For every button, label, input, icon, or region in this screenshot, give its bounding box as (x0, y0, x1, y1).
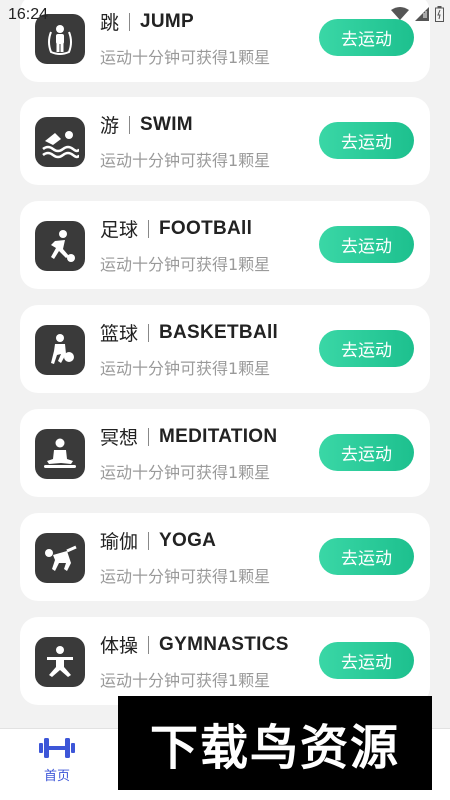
activity-name-cn: 体操 (100, 635, 139, 657)
activity-card-yoga: 瑜伽 YOGA 运动十分钟可获得1颗星 去运动 (20, 513, 430, 601)
swimming-icon (35, 117, 85, 167)
title-divider (148, 531, 150, 550)
dumbbell-icon (39, 738, 75, 758)
activity-title: 篮球 BASKETBAll (100, 319, 278, 346)
go-exercise-button[interactable]: 去运动 (319, 122, 414, 159)
activity-title: 瑜伽 YOGA (100, 527, 216, 554)
go-exercise-button[interactable]: 去运动 (319, 330, 414, 367)
activity-description: 运动十分钟可获得1颗星 (100, 463, 271, 482)
go-exercise-button[interactable]: 去运动 (319, 538, 414, 575)
go-exercise-button[interactable]: 去运动 (319, 19, 414, 56)
activity-name-en: BASKETBAll (159, 321, 279, 343)
go-exercise-button[interactable]: 去运动 (319, 226, 414, 263)
tab-home-label: 首页 (43, 769, 70, 784)
activity-name-cn: 瑜伽 (100, 531, 139, 553)
activity-description: 运动十分钟可获得1颗星 (100, 671, 271, 690)
activity-name-en: JUMP (140, 10, 195, 32)
activity-card-gymnastics: 体操 GYMNASTICS 运动十分钟可获得1颗星 去运动 (20, 617, 430, 705)
tab-home[interactable]: 首页 (22, 735, 92, 795)
activity-title: 足球 FOOTBAll (100, 215, 252, 242)
basketball-icon (35, 325, 85, 375)
title-divider (148, 635, 150, 654)
meditation-icon (35, 429, 85, 479)
activity-name-cn: 游 (100, 115, 120, 137)
activity-description: 运动十分钟可获得1颗星 (100, 359, 271, 378)
activity-card-swim: 游 SWIM 运动十分钟可获得1颗星 去运动 (20, 97, 430, 185)
activity-name-en: GYMNASTICS (159, 633, 289, 655)
football-icon (35, 221, 85, 271)
activity-card-football: 足球 FOOTBAll 运动十分钟可获得1颗星 去运动 (20, 201, 430, 289)
activity-name-cn: 冥想 (100, 427, 139, 449)
activity-title: 冥想 MEDITATION (100, 423, 277, 450)
title-divider (129, 115, 131, 134)
jump-rope-icon (35, 14, 85, 64)
activity-name-en: FOOTBAll (159, 217, 253, 239)
activity-name-en: SWIM (140, 113, 193, 135)
activity-description: 运动十分钟可获得1颗星 (100, 255, 271, 274)
title-divider (148, 427, 150, 446)
gymnastics-icon (35, 637, 85, 687)
activity-description: 运动十分钟可获得1颗星 (100, 151, 271, 170)
activity-title: 跳 JUMP (100, 8, 194, 35)
title-divider (148, 219, 150, 238)
title-divider (129, 12, 131, 31)
activity-card-jump: 跳 JUMP 运动十分钟可获得1颗星 去运动 (20, 0, 430, 82)
activity-name-en: YOGA (159, 529, 217, 551)
title-divider (148, 323, 150, 342)
battery-icon (435, 6, 444, 22)
activity-name-en: MEDITATION (159, 425, 278, 447)
yoga-icon (35, 533, 85, 583)
activity-description: 运动十分钟可获得1颗星 (100, 48, 271, 67)
go-exercise-button[interactable]: 去运动 (319, 642, 414, 679)
go-exercise-button[interactable]: 去运动 (319, 434, 414, 471)
activity-name-cn: 跳 (100, 12, 120, 34)
activity-name-cn: 足球 (100, 219, 139, 241)
activity-card-meditation: 冥想 MEDITATION 运动十分钟可获得1颗星 去运动 (20, 409, 430, 497)
activity-description: 运动十分钟可获得1颗星 (100, 567, 271, 586)
watermark-overlay: 下载鸟资源 (118, 696, 432, 790)
activity-title: 游 SWIM (100, 111, 193, 138)
activity-name-cn: 篮球 (100, 323, 139, 345)
activity-title: 体操 GYMNASTICS (100, 631, 289, 658)
activity-card-basketball: 篮球 BASKETBAll 运动十分钟可获得1颗星 去运动 (20, 305, 430, 393)
